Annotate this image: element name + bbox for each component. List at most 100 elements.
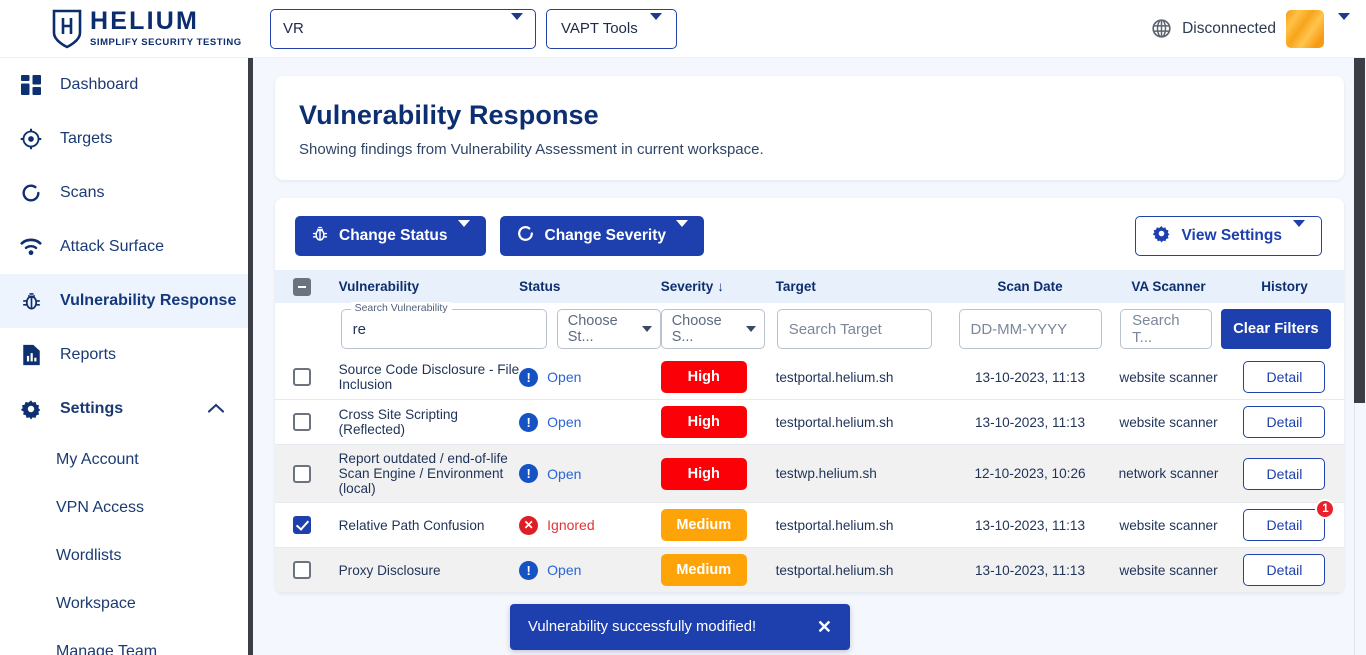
filter-cell-date: DD-MM-YYYY bbox=[947, 303, 1113, 355]
report-icon bbox=[16, 344, 46, 366]
page-title: Vulnerability Response bbox=[299, 100, 599, 130]
search-vulnerability-input[interactable]: Search Vulnerability re bbox=[340, 302, 547, 349]
column-header-target[interactable]: Target bbox=[775, 270, 948, 303]
sidebar-item-scans[interactable]: Scans bbox=[0, 166, 248, 220]
cell-vulnerability: Proxy Disclosure bbox=[338, 562, 441, 578]
sidebar-subitem-label: My Account bbox=[56, 451, 139, 468]
sidebar-item-reports[interactable]: Reports bbox=[0, 328, 248, 382]
detail-button[interactable]: Detail bbox=[1243, 457, 1326, 490]
sidebar-item-label: Scans bbox=[60, 184, 105, 201]
severity-badge: High bbox=[660, 361, 747, 393]
page-scrollbar-track[interactable] bbox=[1354, 403, 1365, 655]
cell-history: Detail 1 bbox=[1225, 499, 1344, 548]
clear-filters-button[interactable]: Clear Filters bbox=[1221, 309, 1331, 349]
detail-button[interactable]: Detail bbox=[1243, 406, 1326, 438]
cell-status-label: Open bbox=[547, 414, 582, 430]
top-bar: HELIUM SIMPLIFY SECURITY TESTING VR VAPT… bbox=[0, 0, 1366, 58]
shield-icon bbox=[52, 9, 82, 48]
cell-severity: High bbox=[660, 400, 776, 445]
sidebar-item-my-account[interactable]: My Account bbox=[0, 436, 248, 484]
gear-icon bbox=[16, 398, 46, 420]
chevron-up-icon[interactable] bbox=[207, 400, 225, 418]
row-checkbox[interactable] bbox=[293, 516, 311, 534]
logo-wordmark: HELIUM bbox=[90, 7, 200, 36]
cell-vulnerability: Cross Site Scripting (Reflected) bbox=[338, 407, 458, 437]
cell-status: ! Open bbox=[519, 548, 661, 593]
cell-scan-date: 13-10-2023, 11:13 bbox=[974, 562, 1086, 578]
page-scrollbar-thumb[interactable] bbox=[1354, 58, 1365, 403]
chevron-down-icon bbox=[675, 220, 688, 245]
severity-badge: Medium bbox=[660, 509, 747, 541]
filter-cell-severity-target: Choose S... Search Target bbox=[660, 303, 948, 355]
row-checkbox[interactable] bbox=[293, 464, 311, 483]
search-vulnerability-value: re bbox=[352, 320, 366, 338]
page-scrollbar[interactable] bbox=[1353, 58, 1366, 655]
change-status-button[interactable]: Change Status bbox=[295, 216, 486, 256]
detail-button[interactable]: Detail 1 bbox=[1243, 499, 1336, 541]
sidebar-item-targets[interactable]: Targets bbox=[0, 112, 248, 166]
column-header-vulnerability[interactable]: Vulnerability bbox=[338, 270, 520, 303]
chevron-down-icon bbox=[511, 13, 523, 37]
sidebar-item-vpn-access[interactable]: VPN Access bbox=[0, 484, 248, 532]
globe-icon bbox=[1152, 19, 1171, 38]
cell-severity: Medium bbox=[660, 503, 776, 548]
detail-button[interactable]: Detail bbox=[1243, 554, 1326, 586]
connection-status[interactable]: Disconnected bbox=[1151, 18, 1276, 39]
column-header-severity[interactable]: Severity ↓ bbox=[660, 270, 776, 303]
cell-history: Detail bbox=[1225, 355, 1344, 400]
sidebar-item-dashboard[interactable]: Dashboard bbox=[0, 58, 248, 112]
change-severity-label: Change Severity bbox=[544, 227, 666, 244]
filter-severity-placeholder: Choose S... bbox=[671, 313, 722, 345]
filter-scan-date-input[interactable]: DD-MM-YYYY bbox=[958, 309, 1102, 349]
sidebar-item-workspace[interactable]: Workspace bbox=[0, 580, 248, 628]
column-header-status[interactable]: Status bbox=[519, 270, 661, 303]
cell-history: Detail bbox=[1225, 548, 1344, 593]
table-row[interactable]: Source Code Disclosure - File Inclusion … bbox=[275, 355, 1344, 400]
select-all-checkbox[interactable] bbox=[293, 277, 311, 296]
severity-badge: High bbox=[660, 406, 747, 438]
filter-status-select[interactable]: Choose St... bbox=[556, 309, 661, 349]
close-icon[interactable]: ✕ bbox=[817, 618, 832, 636]
filter-target-input[interactable]: Search Target bbox=[776, 309, 932, 349]
filter-cell-vulnerability: Search Vulnerability re Choose St... bbox=[338, 302, 661, 355]
detail-button[interactable]: Detail bbox=[1243, 361, 1326, 393]
table-row[interactable]: Cross Site Scripting (Reflected) ! Open … bbox=[275, 400, 1344, 445]
sidebar-item-attack-surface[interactable]: Attack Surface bbox=[0, 220, 248, 274]
row-checkbox[interactable] bbox=[293, 368, 311, 386]
page-header-card: Vulnerability Response Showing findings … bbox=[275, 76, 1344, 180]
severity-circle-icon bbox=[516, 224, 535, 248]
cell-scan-date: 13-10-2023, 11:13 bbox=[974, 369, 1086, 385]
sidebar: Dashboard Targets Scans Attack Surface V… bbox=[0, 58, 248, 655]
filter-va-scanner-input[interactable]: Search T... bbox=[1120, 309, 1213, 349]
column-header-va-scanner[interactable]: VA Scanner bbox=[1112, 270, 1225, 303]
view-settings-button[interactable]: View Settings bbox=[1134, 216, 1322, 256]
workspace-select[interactable]: VR bbox=[270, 8, 536, 49]
sidebar-item-settings[interactable]: Settings bbox=[0, 382, 248, 436]
alert-circle-icon: ! bbox=[519, 412, 539, 432]
row-checkbox[interactable] bbox=[293, 561, 311, 579]
filter-severity-select[interactable]: Choose S... bbox=[660, 309, 765, 349]
sort-desc-icon: ↓ bbox=[717, 279, 724, 294]
change-severity-button[interactable]: Change Severity bbox=[499, 216, 704, 256]
helium-logo[interactable]: HELIUM SIMPLIFY SECURITY TESTING bbox=[0, 9, 248, 49]
table-row[interactable]: Relative Path Confusion ✕ Ignored Medium… bbox=[275, 499, 1344, 548]
table-row[interactable]: Proxy Disclosure ! Open Medium testporta… bbox=[275, 547, 1344, 593]
table-header-row: Vulnerability Status Severity ↓ Target Sc… bbox=[275, 270, 1344, 303]
sidebar-item-vulnerability-response[interactable]: Vulnerability Response bbox=[0, 274, 248, 328]
sidebar-item-wordlists[interactable]: Wordlists bbox=[0, 532, 248, 580]
table-row[interactable]: Report outdated / end-of-life Scan Engin… bbox=[275, 444, 1344, 503]
column-header-severity-label: Severity bbox=[660, 279, 714, 294]
cell-va-scanner: website scanner bbox=[1119, 369, 1218, 385]
toast-notification: Vulnerability successfully modified! ✕ bbox=[510, 604, 850, 650]
column-header-history[interactable]: History bbox=[1224, 270, 1344, 303]
sidebar-item-manage-team[interactable]: Manage Team bbox=[0, 628, 248, 655]
target-icon bbox=[16, 128, 46, 150]
row-checkbox[interactable] bbox=[293, 413, 311, 431]
cell-severity: High bbox=[660, 445, 776, 503]
vapt-tools-button[interactable]: VAPT Tools bbox=[546, 8, 677, 49]
cell-severity: Medium bbox=[660, 548, 776, 593]
avatar[interactable] bbox=[1286, 9, 1324, 48]
avatar-chevron-down-icon[interactable] bbox=[1338, 12, 1350, 38]
sidebar-item-label: Targets bbox=[60, 130, 113, 147]
column-header-scan-date[interactable]: Scan Date bbox=[947, 270, 1113, 303]
